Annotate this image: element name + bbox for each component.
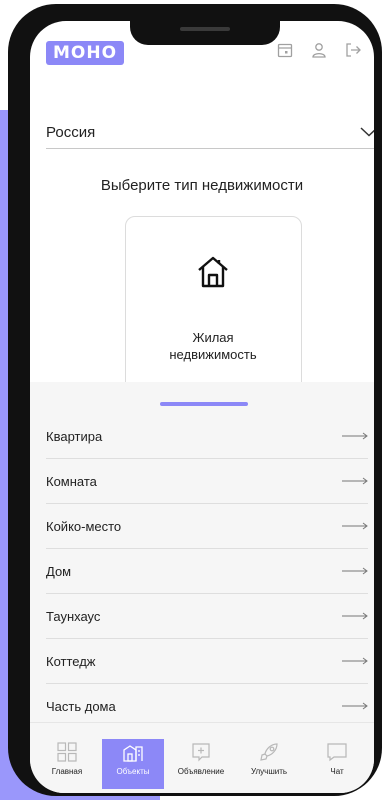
property-type-heading: Выберите тип недвижимости [100, 177, 304, 194]
arrow-right-icon [342, 522, 368, 530]
grid-icon [57, 742, 77, 762]
header-actions [276, 41, 362, 59]
country-select[interactable]: Россия [46, 116, 374, 149]
list-item-label: Часть дома [46, 698, 116, 714]
residential-property-card[interactable]: Жилая недвижимость [125, 216, 302, 403]
country-select-value: Россия [46, 123, 96, 141]
arrow-right-icon [342, 702, 368, 710]
arrow-right-icon [342, 657, 368, 665]
list-item[interactable]: Квартира [46, 414, 368, 459]
phone-frame: МОНО Россия Выберите тип недвижимости Жи… [8, 4, 382, 796]
tab-label: Главная [51, 767, 83, 776]
list-item[interactable]: Коттедж [46, 639, 368, 684]
speaker-grille [180, 27, 230, 31]
list-item-label: Комната [46, 473, 97, 489]
list-item[interactable]: Койко-место [46, 504, 368, 549]
arrow-right-icon [342, 432, 368, 440]
bottom-tab-bar: Главная Объекты Объявление Улучшить Чат [30, 722, 374, 793]
tab-label: Объявление [177, 767, 225, 776]
list-item[interactable]: Дом [46, 549, 368, 594]
tab-label: Чат [330, 767, 344, 776]
list-item-label: Дом [46, 563, 72, 579]
arrow-right-icon [342, 612, 368, 620]
buildings-icon [123, 745, 143, 762]
card-label: Жилая недвижимость [169, 330, 257, 362]
tab-home[interactable]: Главная [36, 739, 98, 787]
list-item[interactable]: Комната [46, 459, 368, 504]
calendar-icon[interactable] [276, 41, 294, 59]
list-item-label: Койко-место [46, 518, 122, 534]
list-item-label: Квартира [46, 428, 103, 444]
arrow-right-icon [342, 477, 368, 485]
app-screen: МОНО Россия Выберите тип недвижимости Жи… [30, 21, 374, 793]
sheet-drag-handle[interactable] [160, 402, 248, 406]
logout-icon[interactable] [344, 41, 362, 59]
phone-notch [130, 21, 280, 45]
list-item-label: Таунхаус [46, 608, 101, 624]
chevron-down-icon [360, 127, 374, 137]
chat-icon [327, 743, 347, 762]
rocket-icon [260, 743, 278, 761]
subtype-list: Квартира Комната Койко-место Дом Таунхау… [46, 414, 368, 729]
subtype-bottom-sheet: Квартира Комната Койко-место Дом Таунхау… [30, 382, 374, 729]
brand-logo[interactable]: МОНО [46, 41, 124, 65]
add-listing-icon [192, 743, 210, 762]
tab-label: Объекты [116, 767, 150, 776]
tab-label: Улучшить [250, 767, 288, 776]
tab-improve[interactable]: Улучшить [238, 739, 300, 787]
tab-objects[interactable]: Объекты [102, 739, 164, 789]
list-item[interactable]: Таунхаус [46, 594, 368, 639]
house-icon [198, 256, 228, 288]
list-item-label: Коттедж [46, 653, 96, 669]
arrow-right-icon [342, 567, 368, 575]
tab-listing[interactable]: Объявление [170, 739, 232, 787]
user-icon[interactable] [310, 41, 328, 59]
tab-chat[interactable]: Чат [306, 739, 368, 787]
